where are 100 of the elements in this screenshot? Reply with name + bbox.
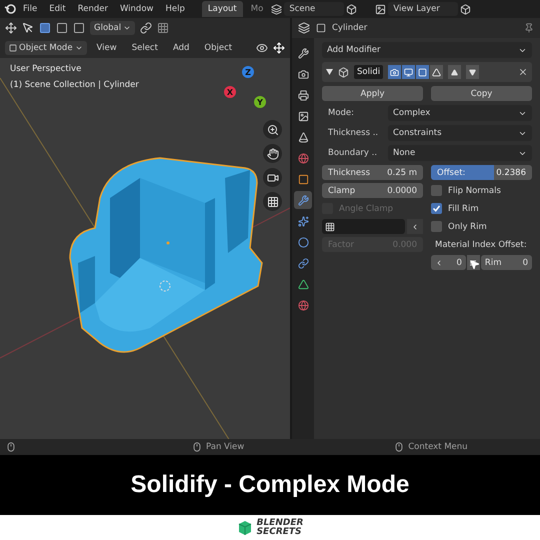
view-layer-field[interactable]: View Layer [388,2,458,16]
zoom-icon [266,124,278,136]
mouse-icon [6,442,16,452]
workspace-tab[interactable]: Layout [202,1,243,17]
field-label: Mode: [327,108,356,118]
gizmo-toggle-icon[interactable] [273,42,285,54]
add-modifier-dropdown[interactable]: Add Modifier [322,42,532,58]
monitor-icon [404,68,414,76]
number-field[interactable]: Clamp 0.0000 [322,183,423,198]
material-offset-field[interactable]: 0 [431,255,466,270]
pin-icon[interactable] [524,23,534,33]
globe-icon[interactable] [298,152,308,164]
cone-icon[interactable] [298,132,308,142]
modifier-name-field[interactable]: Solidi [354,65,384,79]
circle-icon[interactable] [298,236,308,248]
triangle-icon [432,68,442,76]
menu-item[interactable]: Add [168,41,194,55]
camera-button[interactable] [263,168,282,187]
display-toggle[interactable] [430,65,444,79]
scene-icon[interactable] [271,4,282,14]
square-icon[interactable] [298,174,308,184]
editor-type-icon[interactable] [298,22,310,34]
zoom-button[interactable] [263,120,282,139]
editor-type-icon[interactable] [5,22,17,34]
select-mode-icon[interactable] [56,22,68,34]
image-icon[interactable] [298,110,308,122]
option-checkbox[interactable]: Fill Rim [431,201,532,216]
video-camera-icon [266,172,278,184]
grid-button[interactable] [263,192,282,211]
snap-icon[interactable] [157,22,170,34]
axis-handle[interactable]: X [224,86,236,98]
square-icon [418,68,428,76]
offset-slider[interactable]: Offset: 0.2386 [431,165,532,180]
display-toggle[interactable] [402,65,416,79]
copy-button[interactable]: Copy [431,86,532,101]
object-icon [316,23,326,33]
sphere-icon[interactable] [298,300,308,310]
printer-icon[interactable] [298,90,308,100]
expand-arrow-icon[interactable] [326,69,333,75]
rim-offset-field[interactable]: Rim 0 [480,255,532,270]
invert-button[interactable] [407,219,423,234]
grid-icon [325,222,335,232]
select-mode-icon[interactable] [73,22,85,34]
apply-button[interactable]: Apply [322,86,423,101]
status-hint: Context Menu [408,442,468,452]
select-mode-icon[interactable] [39,22,51,34]
chevron-left-icon [435,258,443,266]
scene-field[interactable]: Scene [284,2,344,16]
menu-item[interactable]: File [18,2,42,16]
checkmark-icon [432,204,441,213]
display-toggle[interactable] [416,65,430,79]
menu-item[interactable]: Window [114,2,158,16]
option-checkbox[interactable]: Flip Normals [431,183,532,198]
up-triangle-icon [451,68,458,76]
triangle-icon[interactable] [298,278,308,290]
field-label: Thickness .. [327,128,380,138]
menu-item[interactable]: Select [126,41,163,55]
new-scene-icon[interactable] [346,4,358,14]
camera-icon[interactable] [298,68,308,80]
vertex-group-field[interactable] [322,219,405,234]
chevron-down-icon [74,44,83,52]
workspace-tab[interactable]: Mo [244,1,270,17]
menu-item[interactable]: Object [199,41,238,55]
sparkles-icon[interactable] [298,216,308,226]
collection-info: (1) Scene Collection | Cylinder [10,80,139,90]
field-label: Boundary .. [327,148,378,158]
new-layer-icon[interactable] [460,4,472,14]
mouse-cursor-icon [469,259,480,270]
menu-item[interactable]: Render [72,2,113,16]
grid-icon [266,196,278,208]
option-dropdown[interactable]: Constraints [388,125,532,141]
view-layer-icon[interactable] [375,4,386,14]
blender-logo-icon [4,3,16,15]
modifier-icon [338,66,349,78]
pan-button[interactable] [263,144,282,163]
menu-item[interactable]: Help [160,2,190,16]
option-dropdown[interactable]: None [388,145,532,161]
visibility-icon[interactable] [256,42,268,54]
wrench-icon[interactable] [298,48,308,58]
link-icon[interactable] [298,258,308,268]
camera-icon [390,68,400,76]
move-up-button[interactable] [448,65,462,79]
display-toggle[interactable] [388,65,402,79]
axis-handle[interactable]: Z [242,66,254,78]
pivot-icon[interactable] [140,22,152,34]
brand-name: BLENDER [256,518,304,528]
select-cursor-icon[interactable] [22,22,34,34]
menu-item[interactable]: Edit [44,2,71,16]
hand-icon [266,148,278,160]
option-dropdown[interactable]: Complex [388,105,532,121]
axis-handle[interactable]: Y [254,96,266,108]
move-down-button[interactable] [466,65,480,79]
option-checkbox[interactable]: Only Rim [431,219,532,234]
chevron-left-icon [411,222,419,230]
number-field[interactable]: Thickness 0.25 m [322,165,423,180]
chevron-down-icon [123,24,132,32]
close-icon[interactable] [518,67,528,77]
orientation-dropdown[interactable]: Global [90,21,136,35]
menu-item[interactable]: View [92,41,122,55]
mode-dropdown[interactable]: Object Mode [5,41,87,55]
